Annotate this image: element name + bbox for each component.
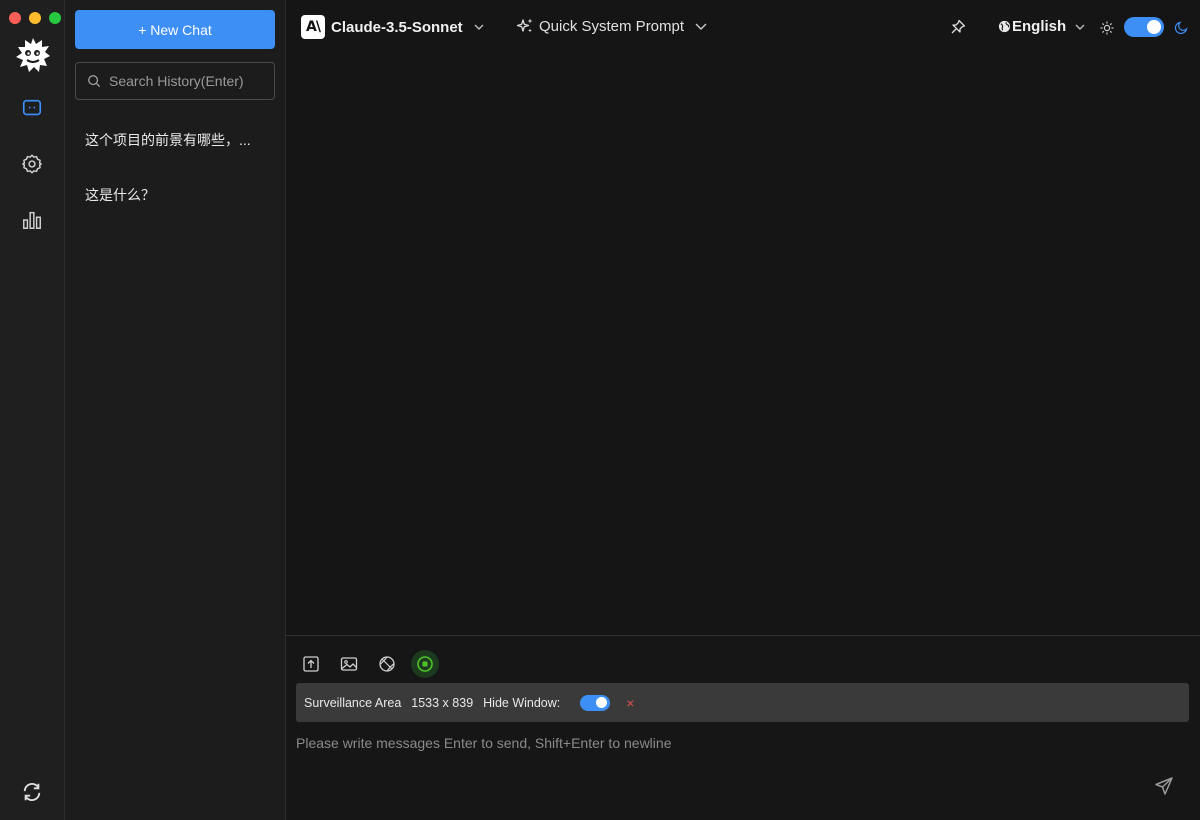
main-chat-area: A\ Claude-3.5-Sonnet Quick System Prompt: [286, 0, 1200, 820]
rail-stats-button[interactable]: [20, 208, 44, 232]
history-item[interactable]: 这是什么？: [85, 185, 265, 205]
surveillance-label: Surveillance Area: [304, 695, 402, 710]
chevron-down-icon: [1075, 24, 1085, 30]
top-bar: A\ Claude-3.5-Sonnet Quick System Prompt: [286, 0, 1200, 55]
moon-icon: [1174, 21, 1188, 34]
new-chat-button[interactable]: + New Chat: [75, 10, 275, 49]
app-logo-icon: [15, 37, 51, 73]
image-button[interactable]: [339, 654, 359, 674]
search-icon: [88, 75, 101, 88]
chat-bubble-icon: [22, 99, 42, 116]
app-window: + New Chat 这个项目的前景有哪些，... 这是什么？ A\ Claud…: [0, 0, 1200, 820]
icon-rail: [0, 0, 65, 820]
globe-icon: [998, 20, 1011, 33]
window-maximize-button[interactable]: [49, 12, 61, 24]
sparkle-icon: [516, 18, 533, 33]
sync-icon: [23, 783, 41, 801]
theme-toggle[interactable]: [1124, 17, 1164, 37]
rail-sync-button[interactable]: [20, 780, 44, 804]
quick-system-prompt-button[interactable]: Quick System Prompt: [516, 17, 708, 35]
record-icon: [417, 656, 433, 672]
gear-icon: [22, 154, 42, 174]
window-minimize-button[interactable]: [29, 12, 41, 24]
chevron-down-icon: [695, 23, 707, 30]
upload-file-button[interactable]: [301, 654, 321, 674]
language-label: English: [1012, 18, 1067, 35]
bar-chart-icon: [23, 211, 41, 229]
composer-toolbar: [301, 650, 439, 678]
send-icon[interactable]: [1154, 776, 1174, 796]
surveillance-size: 1533 x 839: [411, 695, 474, 710]
anthropic-logo-icon: A\: [301, 15, 325, 39]
pin-icon[interactable]: [950, 19, 966, 35]
rail-settings-button[interactable]: [20, 152, 44, 176]
window-close-button[interactable]: [9, 12, 21, 24]
screenshot-button[interactable]: [377, 654, 397, 674]
close-surveillance-button[interactable]: ×: [626, 695, 634, 711]
toggle-knob: [596, 697, 608, 708]
sun-icon: [1100, 21, 1114, 35]
record-button[interactable]: [411, 650, 439, 678]
message-input[interactable]: [296, 731, 1136, 755]
history-item[interactable]: 这个项目的前景有哪些，...: [85, 130, 265, 150]
surveillance-area-bar: Surveillance Area 1533 x 839 Hide Window…: [296, 683, 1189, 722]
model-selector[interactable]: A\ Claude-3.5-Sonnet: [301, 15, 485, 39]
composer: Surveillance Area 1533 x 839 Hide Window…: [286, 635, 1200, 820]
model-name: Claude-3.5-Sonnet: [331, 18, 463, 36]
toggle-knob: [1147, 20, 1161, 34]
history-panel: + New Chat 这个项目的前景有哪些，... 这是什么？: [65, 0, 286, 820]
history-search-input[interactable]: [109, 73, 269, 89]
history-search-box[interactable]: [75, 62, 275, 100]
language-selector[interactable]: English: [998, 18, 1086, 35]
hide-window-label: Hide Window:: [483, 695, 561, 710]
rail-chat-button[interactable]: [20, 96, 44, 120]
hide-window-toggle[interactable]: [580, 694, 611, 711]
window-controls: [9, 12, 61, 24]
upload-file-icon: [303, 656, 319, 672]
image-icon: [340, 657, 358, 671]
quick-system-prompt-label: Quick System Prompt: [539, 17, 685, 35]
screenshot-icon: [379, 656, 395, 672]
chevron-down-icon: [474, 24, 484, 30]
